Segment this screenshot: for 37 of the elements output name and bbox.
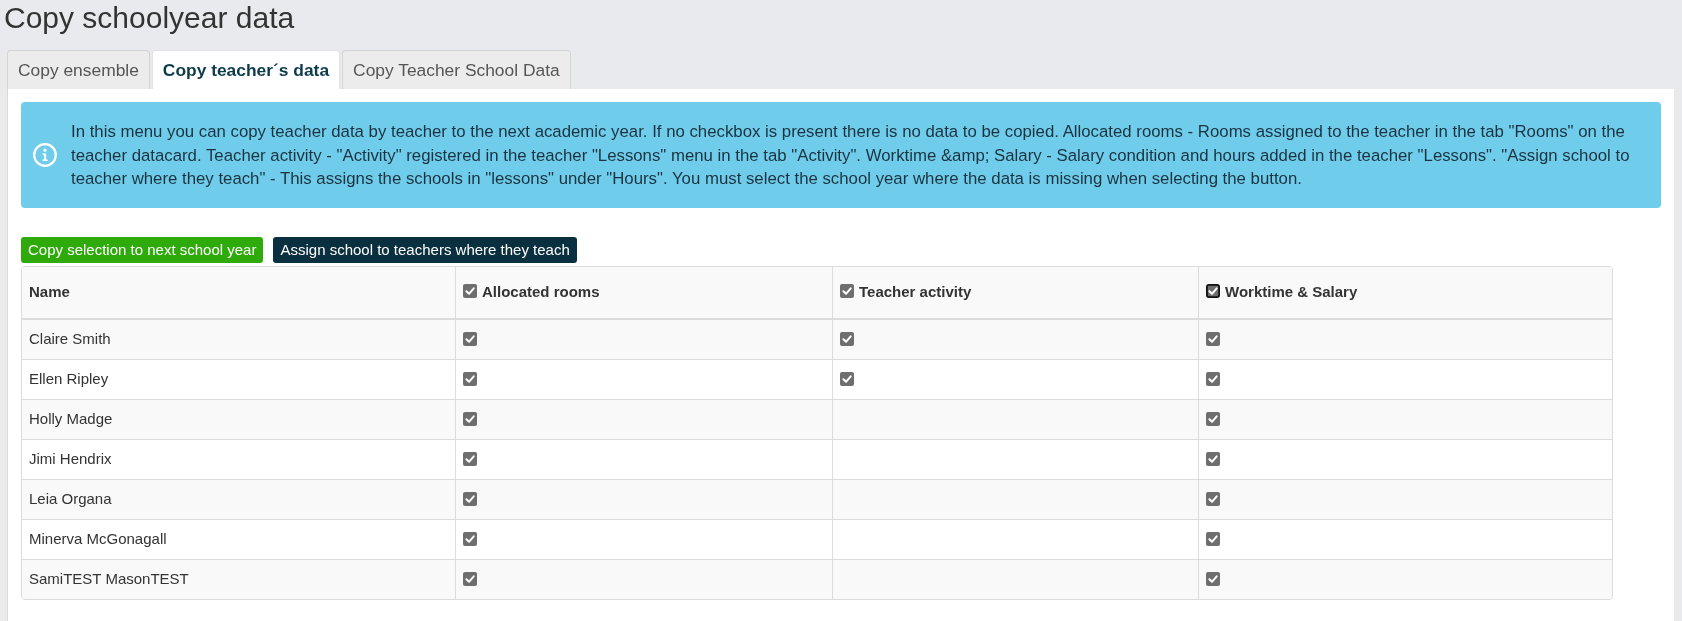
page-title: Copy schoolyear data: [3, 0, 296, 36]
tab[interactable]: Copy Teacher School Data: [342, 50, 571, 89]
checkbox[interactable]: [1206, 571, 1220, 586]
table-cell: Minerva McGonagall: [22, 518, 455, 559]
checkbox[interactable]: [1206, 371, 1220, 386]
checkbox[interactable]: [1206, 531, 1220, 546]
table-cell: SamiTEST MasonTEST: [22, 558, 455, 599]
checkbox[interactable]: [463, 371, 477, 386]
column-header: Worktime & Salary: [1225, 282, 1358, 300]
tab[interactable]: Copy teacher´s data: [151, 50, 341, 89]
table-cell: Leia Organa: [22, 478, 455, 519]
checkbox[interactable]: [463, 283, 477, 298]
checkbox[interactable]: [840, 371, 854, 386]
checkbox[interactable]: [1206, 491, 1220, 506]
checkbox[interactable]: [463, 491, 477, 506]
checkbox[interactable]: [1206, 451, 1220, 466]
checkbox[interactable]: [1206, 283, 1220, 298]
tab[interactable]: Copy ensemble: [7, 50, 150, 89]
info-text: In this menu you can copy teacher data by teacher to the next academic year. If no checkbox is present there is no data to be copied. Allocated rooms - Rooms assigned to the teacher in the tab "Rooms" on the teacher datacard. Teacher activity - "Activity" registered in the teacher "Lessons" menu in the tab "Activity". Worktime &amp; Salary - Salary condition and hours added in the teacher "Lessons". "Assign school to teacher where they teach" - This assigns the schools in "lessons" under "Hours". You must select the school year where the data is missing when selecting the button.: [71, 121, 1631, 190]
checkbox[interactable]: [1206, 411, 1220, 426]
column-header: Teacher activity: [859, 282, 972, 300]
column-header: Name: [22, 266, 455, 319]
checkbox[interactable]: [463, 571, 477, 586]
table-cell: Holly Madge: [22, 398, 455, 439]
checkbox[interactable]: [463, 451, 477, 466]
checkbox[interactable]: [1206, 331, 1220, 346]
info-icon: [33, 143, 57, 168]
checkbox[interactable]: [840, 283, 854, 298]
table-cell: Jimi Hendrix: [22, 438, 455, 479]
table-cell: Claire Smith: [22, 318, 455, 359]
checkbox[interactable]: [463, 531, 477, 546]
column-header: Allocated rooms: [482, 282, 600, 300]
checkbox[interactable]: [840, 331, 854, 346]
checkbox[interactable]: [463, 411, 477, 426]
checkbox[interactable]: [463, 331, 477, 346]
table-cell: Ellen Ripley: [22, 358, 455, 399]
action-button[interactable]: Assign school to teachers where they teach: [273, 236, 577, 263]
